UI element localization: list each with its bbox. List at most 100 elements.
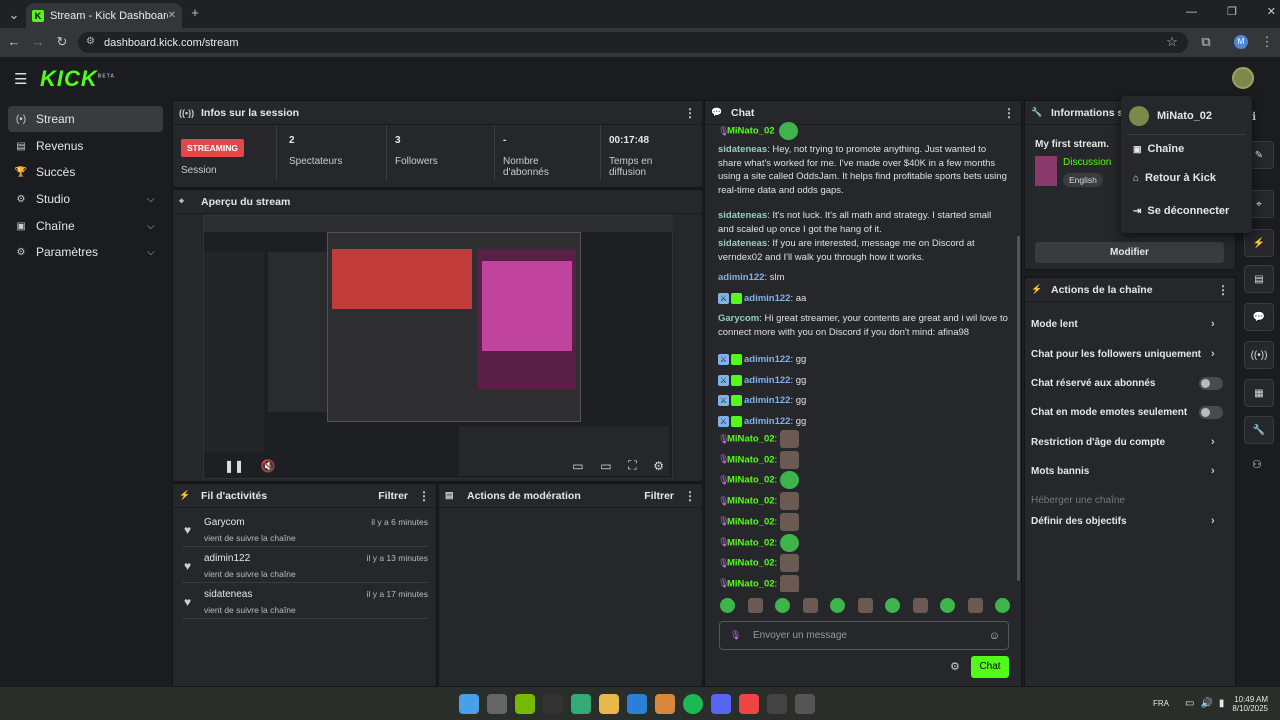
emote-picker-item[interactable] — [857, 598, 873, 613]
chat-username[interactable]: Garycom — [718, 313, 759, 324]
channel-action-item[interactable]: Mots bannis › — [1031, 457, 1223, 485]
browser-menu-icon[interactable]: ⋮ — [1258, 34, 1276, 50]
chat-username[interactable]: adimin122 — [718, 272, 764, 283]
channel-actions-more-icon[interactable]: ⋮ — [1217, 283, 1229, 297]
chat-username[interactable]: sidateneas — [718, 144, 767, 155]
chat-send-button[interactable]: Chat — [971, 656, 1009, 678]
app3-icon[interactable] — [767, 693, 787, 714]
task-view-icon[interactable] — [487, 693, 507, 714]
spotify-icon[interactable] — [683, 693, 703, 714]
bolt-rail-icon[interactable]: ⚡ — [1244, 229, 1274, 257]
back-icon[interactable]: ← — [5, 34, 23, 49]
emote-picker-item[interactable] — [830, 598, 845, 613]
start-icon[interactable] — [459, 693, 479, 714]
activity-user[interactable]: Garycom — [204, 517, 245, 528]
chat-username[interactable]: MiNato_02 — [727, 578, 775, 589]
toggle-switch[interactable] — [1199, 376, 1223, 390]
maximize-icon[interactable]: ❐ — [1227, 5, 1237, 18]
emote-picker-item[interactable] — [885, 598, 900, 613]
tools-icon[interactable]: 🔧 — [1244, 416, 1274, 444]
fullscreen-icon[interactable]: ⛶ — [628, 458, 636, 473]
chat-more-icon[interactable]: ⋮ — [1003, 106, 1015, 120]
url-bar[interactable]: dashboard.kick.com/stream — [78, 32, 1188, 53]
category-link[interactable]: Discussion — [1063, 157, 1111, 168]
app2-icon[interactable] — [655, 693, 675, 714]
moderation-more-icon[interactable]: ⋮ — [684, 489, 696, 503]
channel-action-item[interactable]: Chat réservé aux abonnés — [1031, 369, 1223, 397]
channel-action-item[interactable]: Chat en mode emotes seulement — [1031, 398, 1223, 426]
activity-filter-button[interactable]: Filtrer — [378, 490, 408, 502]
emote-picker-item[interactable] — [912, 598, 928, 613]
bookmark-star-icon[interactable]: ☆ — [1163, 34, 1181, 50]
extensions-icon[interactable]: ⧉ — [1197, 34, 1215, 50]
nvidia-icon[interactable] — [515, 693, 535, 714]
toggle-switch[interactable] — [1199, 405, 1223, 419]
channel-action-item[interactable]: Définir des objectifs › — [1031, 507, 1223, 535]
chat-username[interactable]: MiNato_02 — [727, 475, 775, 486]
integrations-icon[interactable]: ⚇ — [1252, 458, 1262, 471]
volume-icon[interactable]: 🔊 — [1200, 698, 1212, 709]
profile-avatar[interactable]: M — [1234, 35, 1248, 49]
layout-icon[interactable]: ▦ — [1244, 379, 1274, 407]
sidebar-item-2[interactable]: 🏆 Succès — [8, 159, 163, 185]
chat-username[interactable]: MiNato_02 — [727, 516, 775, 527]
edit-info-button[interactable]: Modifier — [1035, 242, 1224, 263]
moderation-filter-button[interactable]: Filtrer — [644, 490, 674, 502]
pause-icon[interactable]: ❚❚ — [224, 459, 244, 473]
sidebar-item-1[interactable]: ▤ Revenus — [8, 133, 163, 159]
settings-icon[interactable]: ⚙ — [653, 459, 664, 473]
close-window-icon[interactable]: ✕ — [1267, 5, 1276, 18]
forward-icon[interactable]: → — [29, 34, 47, 49]
chat-username[interactable]: adimin122 — [744, 293, 790, 304]
activity-user[interactable]: sidateneas — [204, 589, 252, 600]
emote-picker-item[interactable] — [995, 598, 1010, 613]
chat-input[interactable]: 🎙 Envoyer un message ☺ — [719, 621, 1009, 650]
theater-icon[interactable]: ▭ — [600, 459, 611, 473]
stream-preview-video[interactable]: ❚❚ 🔇 ▭ ▭ ⛶ ⚙ — [203, 215, 674, 479]
sidebar-item-3[interactable]: ⚙ Studio ⌵ — [8, 186, 163, 212]
chat-username[interactable]: adimin122 — [744, 416, 790, 427]
store-icon[interactable] — [571, 693, 591, 714]
chat-username[interactable]: adimin122 — [744, 395, 790, 406]
emote-picker-item[interactable] — [940, 598, 955, 613]
info-circle-icon[interactable]: ℹ — [1252, 110, 1256, 123]
sidebar-item-0[interactable]: (•) Stream — [8, 106, 163, 132]
chat-scrollbar[interactable] — [1017, 236, 1020, 581]
emote-picker-item[interactable] — [720, 598, 735, 613]
edge-icon[interactable] — [627, 693, 647, 714]
clock[interactable]: 10:49 AM 8/10/2025 — [1232, 695, 1268, 713]
chat-rail-icon[interactable]: 💬 — [1244, 303, 1274, 331]
emote-picker-item[interactable] — [802, 598, 818, 613]
app4-icon[interactable] — [795, 693, 815, 714]
activity-more-icon[interactable]: ⋮ — [418, 489, 430, 503]
emote-picker-item[interactable] — [747, 598, 763, 613]
chat-username[interactable]: MiNato_02 — [727, 537, 775, 548]
emote-picker-item[interactable] — [775, 598, 790, 613]
file-explorer-icon[interactable] — [599, 693, 619, 714]
reload-icon[interactable]: ↻ — [53, 34, 71, 50]
discord-icon[interactable] — [711, 693, 731, 714]
chrome-icon[interactable] — [739, 693, 759, 714]
emoji-icon[interactable]: ☺ — [989, 630, 1000, 642]
hamburger-menu-icon[interactable]: ☰ — [14, 70, 27, 88]
minimize-icon[interactable]: — — [1186, 6, 1197, 18]
battery-icon[interactable]: ▮ — [1219, 698, 1225, 709]
activity-user[interactable]: adimin122 — [204, 553, 250, 564]
menu-item-back[interactable]: ⌂ Retour à Kick — [1133, 171, 1216, 185]
new-tab-icon[interactable]: + — [186, 5, 204, 20]
broadcast-icon[interactable]: ((•)) — [1244, 341, 1274, 369]
close-tab-icon[interactable]: ✕ — [168, 10, 176, 21]
user-avatar[interactable] — [1232, 67, 1254, 89]
sidebar-item-4[interactable]: ▣ Chaîne ⌵ — [8, 213, 163, 239]
menu-item-logout[interactable]: ⇥ Se déconnecter — [1133, 204, 1229, 218]
chat-username[interactable]: MiNato_02 — [727, 454, 775, 465]
tab-search-icon[interactable]: ⌄ — [5, 7, 23, 23]
site-info-icon[interactable]: ⚙ — [86, 36, 95, 47]
channel-action-item[interactable]: Chat pour les followers uniquement › — [1031, 340, 1223, 368]
sidebar-item-5[interactable]: ⚙ Paramètres ⌵ — [8, 239, 163, 265]
language-indicator[interactable]: FRA — [1153, 699, 1169, 708]
emote-picker-item[interactable] — [967, 598, 983, 613]
chat-username[interactable]: adimin122 — [744, 354, 790, 365]
kick-logo[interactable]: KICKBETA — [40, 66, 115, 92]
chat-username[interactable]: adimin122 — [744, 375, 790, 386]
